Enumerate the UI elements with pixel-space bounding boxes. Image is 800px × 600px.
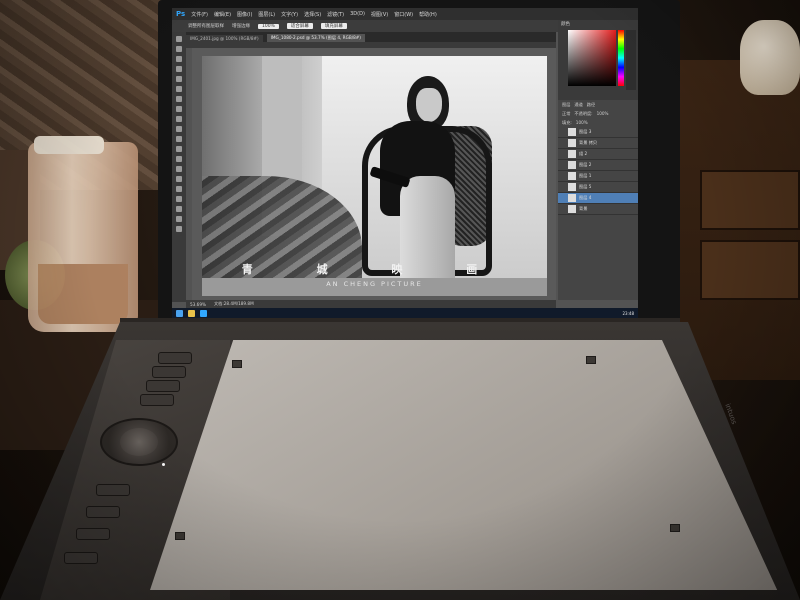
document-tabs: IMG_2401.jpg @ 100% (RGB/8#) IMG_1080-2.… [186, 32, 556, 42]
menu-edit[interactable]: 编辑(E) [214, 11, 231, 18]
type-tool-icon[interactable] [176, 186, 182, 192]
blend-mode-select[interactable]: 正常 [562, 111, 570, 117]
cabinet-drawer [700, 170, 800, 230]
zoom-tool-icon[interactable] [176, 226, 182, 232]
photo-subtitle-text: AN CHENG PICTURE [326, 280, 423, 288]
menu-filter[interactable]: 滤镜(T) [327, 11, 344, 18]
menu-help[interactable]: 帮助(H) [419, 11, 437, 18]
healing-brush-tool-icon[interactable] [176, 96, 182, 102]
layer-row[interactable]: 组 2 [558, 149, 638, 160]
photoshop-taskbar-icon[interactable] [200, 309, 207, 317]
tab-layers[interactable]: 图层 [562, 102, 570, 108]
photoshop-logo[interactable]: Ps [176, 10, 185, 18]
corner-marker [232, 360, 242, 368]
fill-controls: 填充: 100% [558, 118, 638, 127]
taskbar-clock: 23:48 [622, 310, 634, 316]
pen-tool-icon[interactable] [176, 176, 182, 182]
layer-row-selected[interactable]: 图层 4 [558, 193, 638, 204]
stamp-tool-icon[interactable] [176, 116, 182, 122]
express-key-3[interactable] [146, 380, 180, 392]
express-key-5[interactable] [96, 484, 130, 496]
hue-slider[interactable] [618, 30, 624, 86]
layers-panel-tabs: 图层 通道 路径 [558, 100, 638, 109]
express-key-8[interactable] [64, 552, 98, 564]
path-select-tool-icon[interactable] [176, 196, 182, 202]
milk-jug [28, 136, 138, 332]
history-brush-tool-icon[interactable] [176, 126, 182, 132]
express-key-4[interactable] [140, 394, 174, 406]
option-refine-edge[interactable]: 增强边缘 [232, 23, 250, 29]
scene: Ps 文件(F) 编辑(E) 图像(I) 图层(L) 文字(Y) 选择(S) 滤… [0, 0, 800, 600]
fill-label: 填充: [562, 119, 572, 125]
menu-select[interactable]: 选择(S) [304, 11, 321, 18]
blend-controls: 正常 不透明度: 100% [558, 109, 638, 118]
menu-window[interactable]: 窗口(W) [394, 11, 413, 18]
crop-tool-icon[interactable] [176, 76, 182, 82]
opacity-field[interactable]: 100% [597, 111, 609, 116]
menu-type[interactable]: 文字(Y) [281, 11, 298, 18]
move-tool-icon[interactable] [176, 36, 182, 42]
corner-marker [175, 532, 185, 540]
layer-row[interactable]: 背景 [558, 204, 638, 215]
start-icon[interactable] [176, 309, 183, 317]
layer-row[interactable]: 图层 5 [558, 182, 638, 193]
express-key-6[interactable] [86, 506, 120, 518]
tools-panel [172, 32, 186, 302]
blur-tool-icon[interactable] [176, 156, 182, 162]
menu-view[interactable]: 视图(V) [371, 11, 388, 18]
layer-row[interactable]: 背景 拷贝 [558, 138, 638, 149]
express-key-1[interactable] [158, 352, 192, 364]
status-bar: 53.69% 文档:28.4M/189.8M [186, 300, 556, 308]
touch-ring-center-button[interactable] [120, 428, 158, 456]
menu-layer[interactable]: 图层(L) [258, 11, 275, 18]
tab-document-1[interactable]: IMG_2401.jpg @ 100% (RGB/8#) [186, 35, 263, 42]
brush-tool-icon[interactable] [176, 106, 182, 112]
layer-row[interactable]: 图层 1 [558, 171, 638, 182]
menu-image[interactable]: 图像(I) [237, 11, 252, 18]
eraser-tool-icon[interactable] [176, 136, 182, 142]
windows-taskbar: 23:48 [172, 308, 638, 318]
layer-row[interactable]: 图层 3 [558, 127, 638, 138]
option-sample-all-layers[interactable]: 调整所有图层取样 [188, 23, 224, 29]
tab-channels[interactable]: 通道 [574, 102, 582, 108]
corner-marker [586, 356, 596, 364]
layer-row[interactable]: 图层 2 [558, 160, 638, 171]
shape-tool-icon[interactable] [176, 206, 182, 212]
panel-dock-icons[interactable] [626, 30, 636, 90]
opacity-label: 不透明度: [574, 110, 593, 116]
status-doc-size: 文档:28.4M/189.8M [213, 301, 254, 306]
tab-document-2[interactable]: IMG_1080-2.psd @ 53.7% (图层 4, RGB/8#) [266, 34, 365, 42]
express-key-2[interactable] [152, 366, 186, 378]
corner-marker [670, 524, 680, 532]
edited-photo[interactable]: 青 城 映 画 AN CHENG PICTURE [202, 56, 547, 296]
menu-bar: Ps 文件(F) 编辑(E) 图像(I) 图层(L) 文字(Y) 选择(S) 滤… [172, 8, 638, 20]
menu-3d[interactable]: 3D(D) [350, 11, 365, 17]
status-led [162, 463, 165, 466]
express-key-7[interactable] [76, 528, 110, 540]
fill-screen-button[interactable]: 填充屏幕 [320, 23, 347, 29]
tab-paths[interactable]: 路径 [587, 102, 595, 108]
quick-select-tool-icon[interactable] [176, 66, 182, 72]
kettle [740, 20, 800, 95]
gradient-tool-icon[interactable] [176, 146, 182, 152]
laptop-screen: Ps 文件(F) 编辑(E) 图像(I) 图层(L) 文字(Y) 选择(S) 滤… [172, 8, 638, 318]
color-panel-label: 颜色 [561, 22, 570, 27]
layers-panel: 图层 通道 路径 正常 不透明度: 100% 填充: 100% 图层 3 背景 … [558, 100, 638, 300]
fill-field[interactable]: 100% [576, 120, 588, 125]
dodge-tool-icon[interactable] [176, 166, 182, 172]
folder-icon[interactable] [188, 309, 195, 317]
menu-file[interactable]: 文件(F) [191, 11, 208, 18]
fit-screen-button[interactable]: 适合屏幕 [286, 23, 313, 29]
color-picker-field[interactable] [568, 30, 616, 86]
lasso-tool-icon[interactable] [176, 56, 182, 62]
cabinet-drawer [700, 240, 800, 300]
photo-title-text: 青 城 映 画 [241, 263, 508, 276]
touch-ring[interactable] [100, 418, 178, 466]
marquee-tool-icon[interactable] [176, 46, 182, 52]
zoom-field[interactable]: 100% [258, 23, 279, 29]
hand-tool-icon[interactable] [176, 216, 182, 222]
status-zoom[interactable]: 53.69% [190, 302, 206, 307]
eyedropper-tool-icon[interactable] [176, 86, 182, 92]
